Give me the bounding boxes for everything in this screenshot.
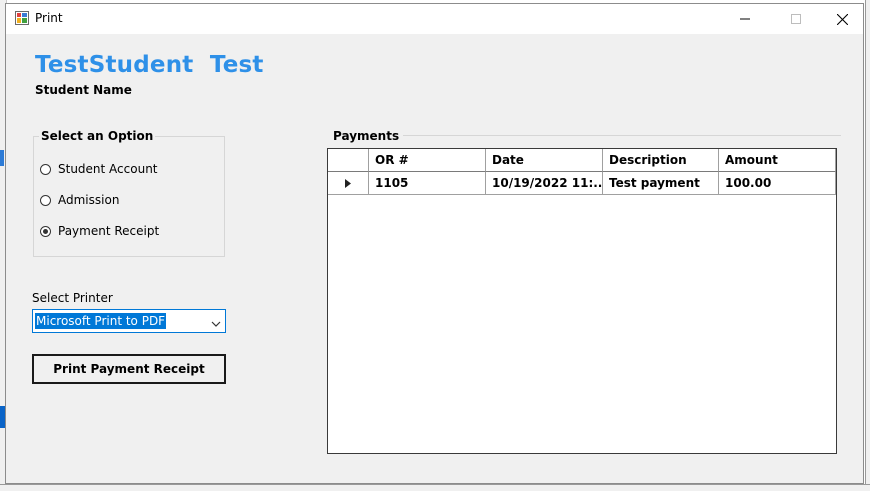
radio-label: Admission (58, 193, 120, 207)
payments-group-border (336, 135, 841, 137)
option-groupbox-title: Select an Option (39, 129, 156, 143)
radio-label: Student Account (58, 162, 158, 176)
cell-date[interactable]: 10/19/2022 11:... (486, 172, 603, 195)
radio-indicator[interactable] (40, 194, 51, 206)
cell-or[interactable]: 1105 (369, 172, 486, 195)
radio-admission[interactable]: Admission (40, 193, 119, 207)
row-header[interactable] (328, 172, 369, 195)
chevron-down-icon[interactable] (211, 317, 221, 331)
table-row[interactable]: 1105 10/19/2022 11:... Test payment 100.… (328, 172, 836, 195)
payments-group-title: Payments (333, 129, 404, 143)
print-dialog: Print TestStudent Test Student Name Sele… (5, 3, 864, 484)
printer-select-value: Microsoft Print to PDF (35, 313, 167, 329)
column-header-or[interactable]: OR # (369, 149, 486, 172)
printer-select[interactable]: Microsoft Print to PDF (32, 309, 226, 333)
window-title: Print (35, 11, 63, 25)
maximize-icon (791, 14, 801, 24)
app-window-icon (15, 11, 29, 25)
radio-indicator[interactable] (40, 163, 51, 175)
cell-amount[interactable]: 100.00 (719, 172, 836, 195)
current-row-arrow-icon (345, 178, 351, 188)
print-payment-receipt-button[interactable]: Print Payment Receipt (32, 354, 226, 384)
minimize-icon (740, 18, 750, 20)
payments-grid[interactable]: OR # Date Description Amount 1105 10/19/… (327, 148, 837, 454)
column-header-amount[interactable]: Amount (719, 149, 836, 172)
radio-label: Payment Receipt (58, 224, 160, 238)
student-name-label: Student Name (35, 83, 132, 97)
radio-student-account[interactable]: Student Account (40, 162, 158, 176)
cell-description[interactable]: Test payment (603, 172, 719, 195)
radio-payment-receipt[interactable]: Payment Receipt (40, 224, 159, 238)
close-icon (836, 13, 848, 25)
grid-header-row: OR # Date Description Amount (328, 149, 836, 172)
radio-indicator-selected[interactable] (40, 225, 51, 237)
column-header-date[interactable]: Date (486, 149, 603, 172)
maximize-button[interactable] (773, 4, 819, 34)
background-app-highlight (0, 150, 4, 166)
background-app-right-edge (865, 0, 870, 490)
printer-label: Select Printer (32, 291, 113, 305)
title-bar[interactable]: Print (6, 4, 863, 34)
student-name-value: TestStudent Test (35, 52, 264, 78)
grid-corner-header[interactable] (328, 149, 369, 172)
column-header-description[interactable]: Description (603, 149, 719, 172)
minimize-button[interactable] (722, 4, 768, 34)
close-button[interactable] (819, 4, 865, 34)
